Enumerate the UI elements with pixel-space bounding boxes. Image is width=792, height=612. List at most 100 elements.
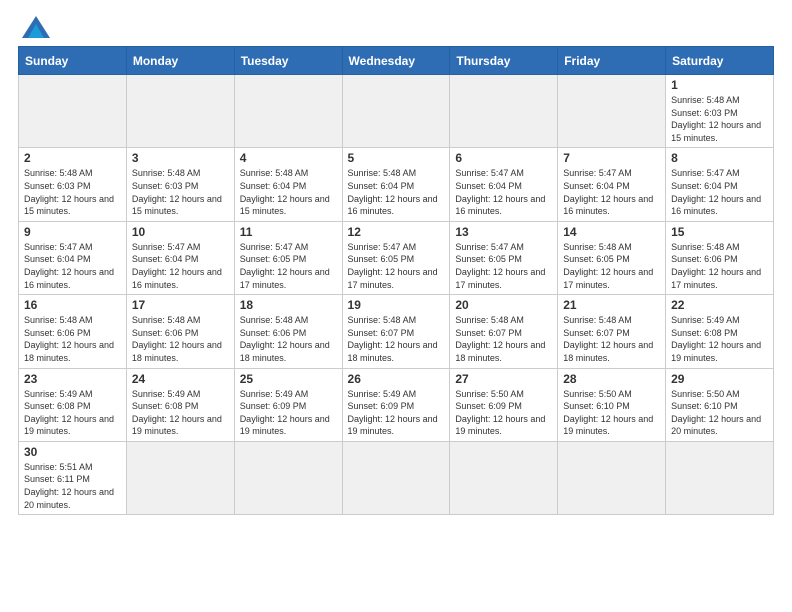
day-info: Sunrise: 5:48 AMSunset: 6:06 PMDaylight:… <box>240 314 337 364</box>
day-number: 30 <box>24 445 121 459</box>
day-number: 18 <box>240 298 337 312</box>
calendar-cell: 16Sunrise: 5:48 AMSunset: 6:06 PMDayligh… <box>19 295 127 368</box>
day-info: Sunrise: 5:50 AMSunset: 6:10 PMDaylight:… <box>563 388 660 438</box>
calendar-cell: 19 Sunrise: 5:48 AMSunset: 6:07 PMDayligh… <box>342 295 450 368</box>
calendar-cell: 24 Sunrise: 5:49 AMSunset: 6:08 PMDayligh… <box>126 368 234 441</box>
day-number: 13 <box>455 225 552 239</box>
calendar-cell: 12 Sunrise: 5:47 AMSunset: 6:05 PMDayligh… <box>342 221 450 294</box>
day-number: 6 <box>455 151 552 165</box>
day-number: 22 <box>671 298 768 312</box>
calendar-cell: 5 Sunrise: 5:48 AMSunset: 6:04 PMDaylight… <box>342 148 450 221</box>
day-number: 16 <box>24 298 121 312</box>
calendar-cell <box>450 441 558 514</box>
calendar-cell: 26 Sunrise: 5:49 AMSunset: 6:09 PMDayligh… <box>342 368 450 441</box>
day-number: 28 <box>563 372 660 386</box>
calendar-cell: 29 Sunrise: 5:50 AMSunset: 6:10 PMDayligh… <box>666 368 774 441</box>
day-number: 21 <box>563 298 660 312</box>
logo-icon <box>22 16 50 38</box>
calendar-cell: 1 Sunrise: 5:48 AMSunset: 6:03 PMDaylight… <box>666 75 774 148</box>
day-number: 24 <box>132 372 229 386</box>
calendar-cell <box>19 75 127 148</box>
day-number: 20 <box>455 298 552 312</box>
day-info: Sunrise: 5:47 AMSunset: 6:04 PMDaylight:… <box>455 167 552 217</box>
day-info: Sunrise: 5:47 AMSunset: 6:04 PMDaylight:… <box>563 167 660 217</box>
day-info: Sunrise: 5:48 AMSunset: 6:03 PMDaylight:… <box>671 94 768 144</box>
day-info: Sunrise: 5:47 AMSunset: 6:04 PMDaylight:… <box>671 167 768 217</box>
day-info: Sunrise: 5:49 AMSunset: 6:09 PMDaylight:… <box>240 388 337 438</box>
day-info: Sunrise: 5:48 AMSunset: 6:06 PMDaylight:… <box>132 314 229 364</box>
calendar-cell <box>558 75 666 148</box>
day-number: 14 <box>563 225 660 239</box>
day-info: Sunrise: 5:48 AMSunset: 6:04 PMDaylight:… <box>240 167 337 217</box>
day-info: Sunrise: 5:49 AMSunset: 6:08 PMDaylight:… <box>671 314 768 364</box>
day-number: 29 <box>671 372 768 386</box>
calendar-cell: 14 Sunrise: 5:48 AMSunset: 6:05 PMDayligh… <box>558 221 666 294</box>
calendar-cell: 4 Sunrise: 5:48 AMSunset: 6:04 PMDaylight… <box>234 148 342 221</box>
calendar-cell: 25Sunrise: 5:49 AMSunset: 6:09 PMDayligh… <box>234 368 342 441</box>
calendar-cell: 30Sunrise: 5:51 AMSunset: 6:11 PMDayligh… <box>19 441 127 514</box>
day-number: 4 <box>240 151 337 165</box>
day-number: 5 <box>348 151 445 165</box>
calendar-cell <box>234 75 342 148</box>
calendar-cell <box>234 441 342 514</box>
calendar-cell: 23Sunrise: 5:49 AMSunset: 6:08 PMDayligh… <box>19 368 127 441</box>
calendar-cell: 18 Sunrise: 5:48 AMSunset: 6:06 PMDayligh… <box>234 295 342 368</box>
day-info: Sunrise: 5:50 AMSunset: 6:10 PMDaylight:… <box>671 388 768 438</box>
col-saturday: Saturday <box>666 47 774 75</box>
day-info: Sunrise: 5:47 AMSunset: 6:05 PMDaylight:… <box>240 241 337 291</box>
day-info: Sunrise: 5:48 AMSunset: 6:07 PMDaylight:… <box>455 314 552 364</box>
day-number: 3 <box>132 151 229 165</box>
calendar-cell <box>126 75 234 148</box>
day-number: 12 <box>348 225 445 239</box>
day-info: Sunrise: 5:48 AMSunset: 6:04 PMDaylight:… <box>348 167 445 217</box>
page: Sunday Monday Tuesday Wednesday Thursday… <box>0 0 792 612</box>
day-info: Sunrise: 5:48 AMSunset: 6:05 PMDaylight:… <box>563 241 660 291</box>
day-info: Sunrise: 5:49 AMSunset: 6:08 PMDaylight:… <box>132 388 229 438</box>
day-info: Sunrise: 5:47 AMSunset: 6:04 PMDaylight:… <box>24 241 121 291</box>
day-number: 7 <box>563 151 660 165</box>
calendar-cell <box>666 441 774 514</box>
calendar-cell: 2 Sunrise: 5:48 AMSunset: 6:03 PMDaylight… <box>19 148 127 221</box>
calendar-table: Sunday Monday Tuesday Wednesday Thursday… <box>18 46 774 515</box>
day-info: Sunrise: 5:47 AMSunset: 6:05 PMDaylight:… <box>455 241 552 291</box>
calendar-cell: 3 Sunrise: 5:48 AMSunset: 6:03 PMDaylight… <box>126 148 234 221</box>
calendar-cell: 20 Sunrise: 5:48 AMSunset: 6:07 PMDayligh… <box>450 295 558 368</box>
day-info: Sunrise: 5:50 AMSunset: 6:09 PMDaylight:… <box>455 388 552 438</box>
day-info: Sunrise: 5:48 AMSunset: 6:03 PMDaylight:… <box>132 167 229 217</box>
calendar-cell: 7 Sunrise: 5:47 AMSunset: 6:04 PMDaylight… <box>558 148 666 221</box>
col-wednesday: Wednesday <box>342 47 450 75</box>
calendar-cell: 8 Sunrise: 5:47 AMSunset: 6:04 PMDaylight… <box>666 148 774 221</box>
calendar-cell <box>450 75 558 148</box>
day-info: Sunrise: 5:48 AMSunset: 6:06 PMDaylight:… <box>671 241 768 291</box>
day-number: 17 <box>132 298 229 312</box>
calendar-cell: 28 Sunrise: 5:50 AMSunset: 6:10 PMDayligh… <box>558 368 666 441</box>
day-number: 2 <box>24 151 121 165</box>
calendar-cell <box>342 441 450 514</box>
day-info: Sunrise: 5:48 AMSunset: 6:07 PMDaylight:… <box>348 314 445 364</box>
calendar-cell: 17 Sunrise: 5:48 AMSunset: 6:06 PMDayligh… <box>126 295 234 368</box>
day-info: Sunrise: 5:49 AMSunset: 6:08 PMDaylight:… <box>24 388 121 438</box>
day-number: 8 <box>671 151 768 165</box>
calendar-cell: 9Sunrise: 5:47 AMSunset: 6:04 PMDaylight… <box>19 221 127 294</box>
day-number: 15 <box>671 225 768 239</box>
header <box>18 16 774 38</box>
calendar-cell: 15 Sunrise: 5:48 AMSunset: 6:06 PMDayligh… <box>666 221 774 294</box>
day-number: 1 <box>671 78 768 92</box>
col-friday: Friday <box>558 47 666 75</box>
logo <box>18 16 50 38</box>
day-info: Sunrise: 5:48 AMSunset: 6:03 PMDaylight:… <box>24 167 121 217</box>
calendar-cell: 27 Sunrise: 5:50 AMSunset: 6:09 PMDayligh… <box>450 368 558 441</box>
calendar-cell <box>342 75 450 148</box>
col-sunday: Sunday <box>19 47 127 75</box>
calendar-cell: 11Sunrise: 5:47 AMSunset: 6:05 PMDayligh… <box>234 221 342 294</box>
day-number: 10 <box>132 225 229 239</box>
day-info: Sunrise: 5:48 AMSunset: 6:07 PMDaylight:… <box>563 314 660 364</box>
day-number: 19 <box>348 298 445 312</box>
calendar-header-row: Sunday Monday Tuesday Wednesday Thursday… <box>19 47 774 75</box>
day-number: 26 <box>348 372 445 386</box>
day-info: Sunrise: 5:47 AMSunset: 6:05 PMDaylight:… <box>348 241 445 291</box>
col-tuesday: Tuesday <box>234 47 342 75</box>
day-info: Sunrise: 5:49 AMSunset: 6:09 PMDaylight:… <box>348 388 445 438</box>
day-number: 27 <box>455 372 552 386</box>
calendar-cell: 21 Sunrise: 5:48 AMSunset: 6:07 PMDayligh… <box>558 295 666 368</box>
